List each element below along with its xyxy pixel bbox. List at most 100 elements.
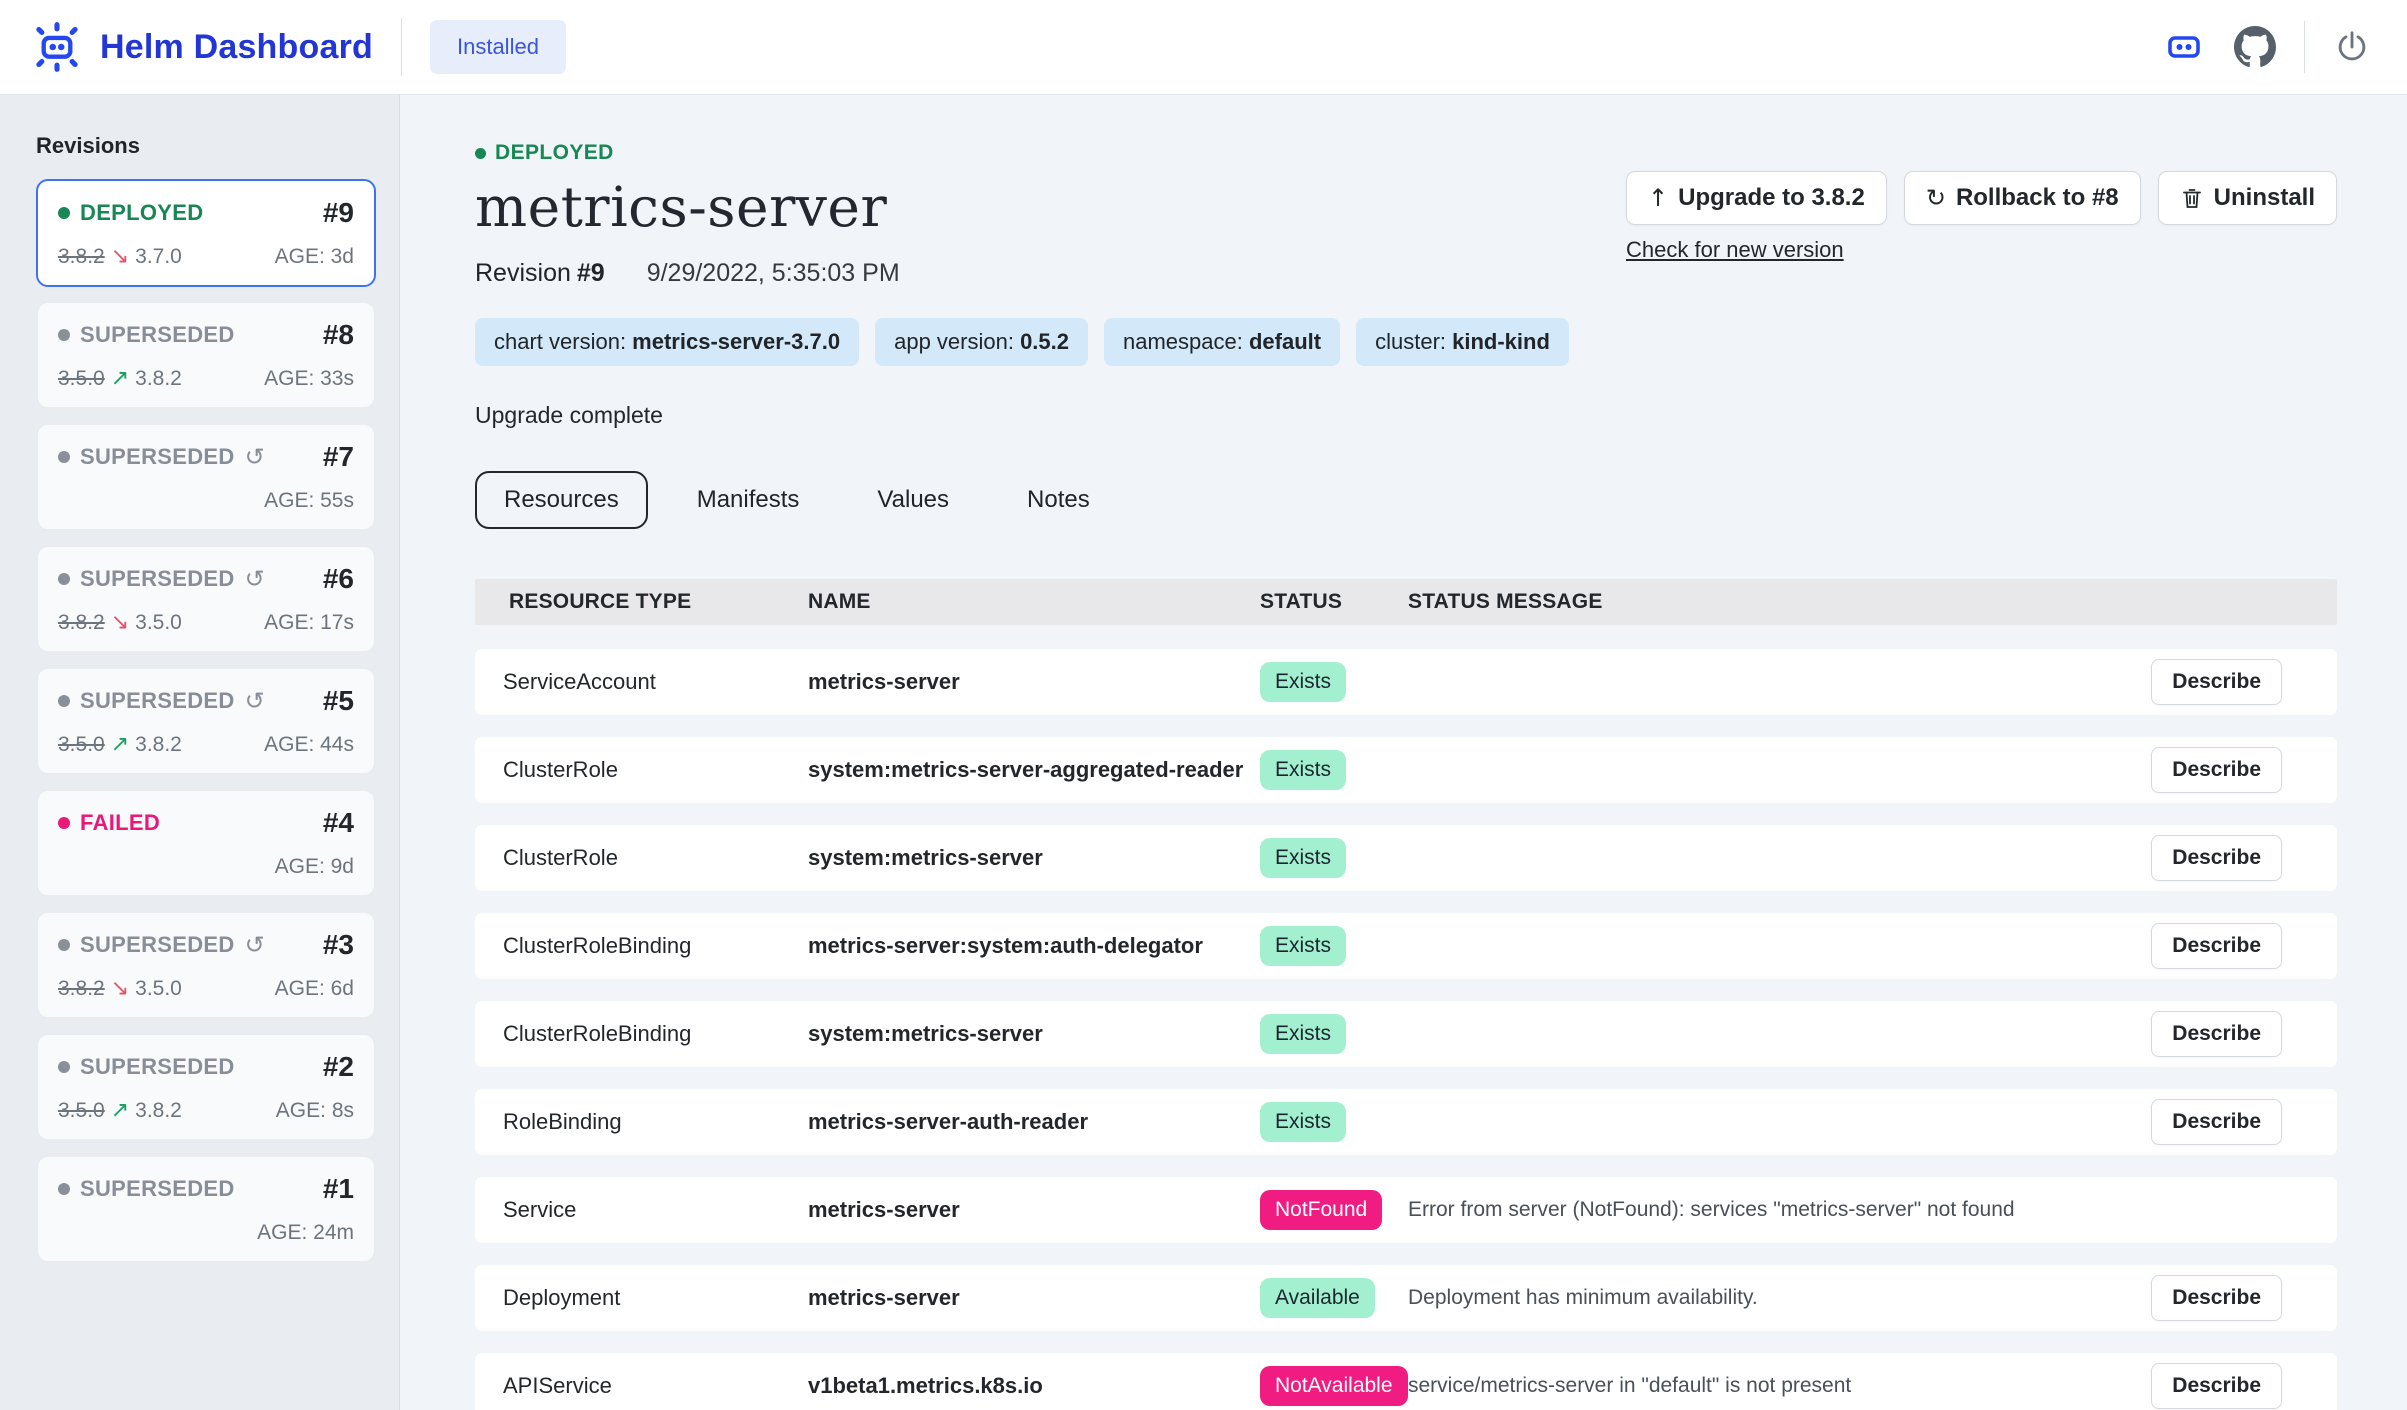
old-version: 3.5.0 xyxy=(58,367,105,390)
status-dot-icon xyxy=(58,573,70,585)
describe-button[interactable]: Describe xyxy=(2151,923,2282,969)
revision-status: SUPERSEDED xyxy=(58,1054,235,1080)
resource-type: APIService xyxy=(503,1373,808,1399)
header-divider xyxy=(2304,21,2305,73)
column-header-status: STATUS xyxy=(1260,590,1408,614)
revision-status: SUPERSEDED ↺ xyxy=(58,688,265,714)
version-change: 3.8.2↘3.7.0 xyxy=(58,244,182,269)
tab-resources[interactable]: Resources xyxy=(475,471,648,529)
resource-status-cell: Available xyxy=(1260,1278,1408,1318)
resource-row: APIServicev1beta1.metrics.k8s.ioNotAvail… xyxy=(475,1353,2337,1410)
old-version: 3.5.0 xyxy=(58,1099,105,1122)
tab-notes[interactable]: Notes xyxy=(998,471,1119,529)
resource-name: metrics-server xyxy=(808,669,1260,695)
resource-row: Deploymentmetrics-serverAvailableDeploym… xyxy=(475,1265,2337,1331)
new-version: 3.5.0 xyxy=(135,977,182,1000)
describe-button[interactable]: Describe xyxy=(2151,835,2282,881)
downgrade-arrow-icon: ↘ xyxy=(111,976,129,1001)
resource-status-cell: Exists xyxy=(1260,926,1408,966)
revision-status-label: DEPLOYED xyxy=(80,200,203,226)
status-badge: Exists xyxy=(1260,662,1346,702)
revision-card-3[interactable]: SUPERSEDED↺#33.8.2↘3.5.0AGE: 6d xyxy=(36,911,376,1019)
status-badge: Exists xyxy=(1260,926,1346,966)
chip-label: chart version: xyxy=(494,329,632,354)
resource-name: system:metrics-server-aggregated-reader xyxy=(808,757,1260,783)
resource-type: Service xyxy=(503,1197,808,1223)
column-header-status-message: STATUS MESSAGE xyxy=(1408,590,2337,614)
revision-age: AGE: 33s xyxy=(264,367,354,391)
meta-chip: chart version: metrics-server-3.7.0 xyxy=(475,318,859,366)
revision-card-8[interactable]: SUPERSEDED#83.5.0↗3.8.2AGE: 33s xyxy=(36,301,376,409)
revision-card-1[interactable]: SUPERSEDED#1AGE: 24m xyxy=(36,1155,376,1263)
check-new-version-link[interactable]: Check for new version xyxy=(1626,237,1844,263)
old-version: 3.8.2 xyxy=(58,245,105,268)
uninstall-button[interactable]: Uninstall xyxy=(2158,171,2337,225)
local-cluster-robot-icon[interactable] xyxy=(2164,27,2204,67)
release-meta-chips: chart version: metrics-server-3.7.0 app v… xyxy=(475,318,2337,366)
revision-number: #4 xyxy=(323,807,354,839)
status-dot-icon xyxy=(58,939,70,951)
status-badge: Exists xyxy=(1260,1014,1346,1054)
resources-table-body: ServiceAccountmetrics-serverExistsDescri… xyxy=(475,649,2337,1410)
revision-age: AGE: 9d xyxy=(275,855,354,879)
resource-row: ClusterRoleBindingmetrics-server:system:… xyxy=(475,913,2337,979)
revision-status: FAILED xyxy=(58,810,160,836)
status-badge: Exists xyxy=(1260,750,1346,790)
chip-label: app version: xyxy=(894,329,1020,354)
revision-status-label: SUPERSEDED xyxy=(80,932,235,958)
resource-type: Deployment xyxy=(503,1285,808,1311)
github-icon[interactable] xyxy=(2234,26,2276,68)
helm-dashboard-logo-icon xyxy=(28,18,86,76)
describe-button[interactable]: Describe xyxy=(2151,1275,2282,1321)
resource-status-cell: Exists xyxy=(1260,838,1408,878)
describe-button[interactable]: Describe xyxy=(2151,747,2282,793)
status-dot-icon xyxy=(475,148,486,159)
revision-status: SUPERSEDED↺ xyxy=(58,932,265,958)
tab-manifests[interactable]: Manifests xyxy=(668,471,829,529)
status-dot-icon xyxy=(58,329,70,341)
app-header: Helm Dashboard Installed xyxy=(0,0,2407,95)
revision-card-5[interactable]: SUPERSEDED↺#53.5.0↗3.8.2AGE: 44s xyxy=(36,667,376,775)
revision-number: #9 xyxy=(323,197,354,229)
status-dot-icon xyxy=(58,1061,70,1073)
status-message: Deployment has minimum availability. xyxy=(1408,1286,2151,1310)
resource-name: metrics-server xyxy=(808,1197,1260,1223)
power-shutdown-icon[interactable] xyxy=(2333,28,2371,66)
revision-status-label: FAILED xyxy=(80,810,160,836)
revision-card-6[interactable]: SUPERSEDED↺#63.8.2↘3.5.0AGE: 17s xyxy=(36,545,376,653)
revision-status: SUPERSEDED↺ xyxy=(58,444,265,470)
tab-values[interactable]: Values xyxy=(848,471,978,529)
resource-status-cell: Exists xyxy=(1260,1102,1408,1142)
revision-card-9[interactable]: DEPLOYED#93.8.2↘3.7.0AGE: 3d xyxy=(36,179,376,287)
revision-number: #3 xyxy=(323,929,354,961)
tab-installed[interactable]: Installed xyxy=(430,20,566,74)
revision-age: AGE: 55s xyxy=(264,489,354,513)
status-message: Error from server (NotFound): services "… xyxy=(1408,1198,2282,1222)
reconfigure-icon: ↺ xyxy=(245,689,265,713)
app-title: Helm Dashboard xyxy=(100,28,373,67)
resource-name: metrics-server:system:auth-delegator xyxy=(808,933,1260,959)
chip-label: namespace: xyxy=(1123,329,1249,354)
describe-button[interactable]: Describe xyxy=(2151,1099,2282,1145)
revision-status-label: SUPERSEDED xyxy=(80,688,235,714)
describe-button[interactable]: Describe xyxy=(2151,1011,2282,1057)
resource-row: RoleBindingmetrics-server-auth-readerExi… xyxy=(475,1089,2337,1155)
revision-number: #6 xyxy=(323,563,354,595)
upgrade-button[interactable]: ↑ Upgrade to 3.8.2 xyxy=(1626,171,1887,225)
describe-button[interactable]: Describe xyxy=(2151,1363,2282,1409)
reconfigure-icon: ↺ xyxy=(245,567,265,591)
meta-chip: namespace: default xyxy=(1104,318,1340,366)
rollback-button[interactable]: ↻ Rollback to #8 xyxy=(1904,171,2141,225)
chip-value: 0.5.2 xyxy=(1020,329,1069,354)
revision-card-4[interactable]: FAILED #4 AGE: 9d xyxy=(36,789,376,897)
resource-status-cell: NotFound xyxy=(1260,1190,1408,1230)
revision-card-7[interactable]: SUPERSEDED↺#7AGE: 55s xyxy=(36,423,376,531)
chip-value: default xyxy=(1249,329,1321,354)
revision-number: #8 xyxy=(323,319,354,351)
revision-card-2[interactable]: SUPERSEDED#23.5.0↗3.8.2AGE: 8s xyxy=(36,1033,376,1141)
revision-status-label: SUPERSEDED xyxy=(80,1176,235,1202)
version-change: 3.5.0↗3.8.2 xyxy=(58,732,182,757)
revision-status: SUPERSEDED xyxy=(58,1176,235,1202)
describe-button[interactable]: Describe xyxy=(2151,659,2282,705)
revision-status: DEPLOYED xyxy=(58,200,203,226)
